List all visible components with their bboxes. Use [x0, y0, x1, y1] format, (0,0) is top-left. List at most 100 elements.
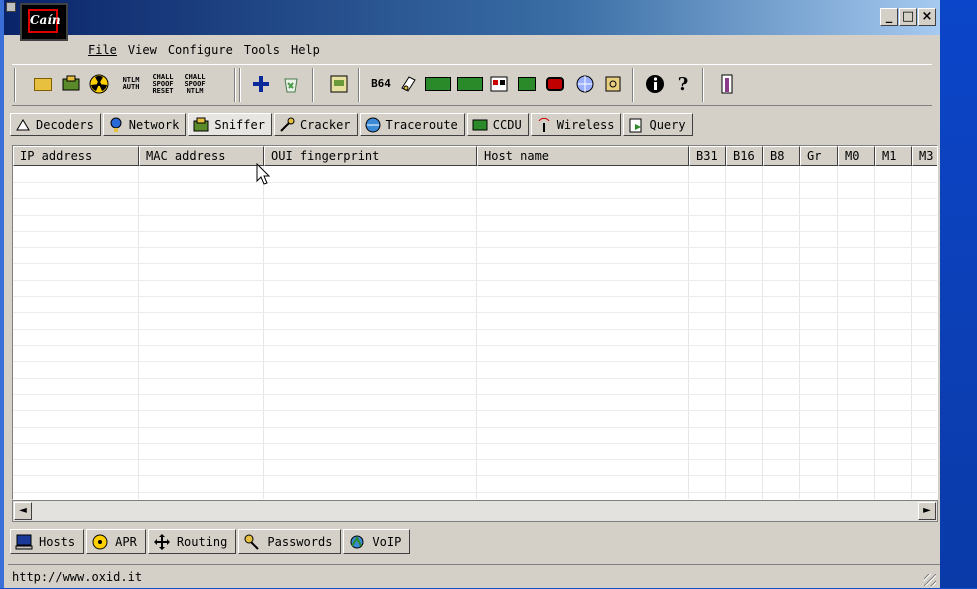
terminal-button[interactable]	[514, 71, 540, 97]
maximize-button[interactable]: □	[899, 8, 917, 26]
main-window: _ □ × Caín File View Configure Tools Hel…	[4, 0, 940, 588]
menu-view[interactable]: View	[124, 40, 161, 60]
network-icon	[110, 117, 122, 132]
tab-query[interactable]: Query	[623, 113, 693, 136]
menu-file-label: File	[88, 43, 117, 57]
list-grid	[13, 166, 937, 499]
horizontal-scrollbar[interactable]: ◄ ►	[12, 500, 938, 522]
column-m0[interactable]: M0	[838, 146, 875, 166]
tab-traceroute[interactable]: Traceroute	[359, 113, 465, 136]
hash-icon	[425, 77, 451, 91]
tab-routing[interactable]: Routing	[147, 529, 237, 554]
tab-cracker[interactable]: Cracker	[273, 113, 358, 136]
status-bar: http://www.oxid.it	[8, 564, 940, 588]
voip-icon	[350, 535, 364, 548]
ccdu-icon	[472, 119, 488, 130]
lock-icon	[605, 76, 621, 92]
remove-button[interactable]	[278, 71, 304, 97]
system-menu-icon[interactable]	[6, 2, 16, 12]
column-m1[interactable]: M1	[875, 146, 912, 166]
ntlm-auth-button[interactable]: NTLM AUTH	[116, 71, 146, 97]
sniffer-start-button[interactable]	[58, 71, 84, 97]
column-oui-fingerprint-label: OUI fingerprint	[271, 149, 380, 163]
ntlm-auth-label: NTLM AUTH	[122, 76, 140, 91]
scroll-left-icon: ◄	[19, 505, 27, 516]
tab-apr[interactable]: APR	[86, 529, 146, 554]
add-button[interactable]	[248, 71, 274, 97]
hash-calculator-button[interactable]	[424, 71, 452, 97]
list-header: IP address MAC address OUI fingerprint H…	[13, 146, 937, 166]
help-button[interactable]: ?	[670, 71, 696, 97]
grid-row-line	[13, 280, 937, 281]
window-controls: _ □ ×	[880, 8, 936, 26]
title-bar[interactable]: _ □ ×	[4, 0, 940, 35]
scroll-left-button[interactable]: ◄	[14, 502, 32, 520]
hosts-list[interactable]: IP address MAC address OUI fingerprint H…	[12, 145, 938, 500]
column-b31[interactable]: B31	[689, 146, 726, 166]
chall-spoof-ntlm-label: CHALL SPOOF NTLM	[184, 72, 206, 95]
grid-row-line	[13, 263, 937, 264]
toolbar-separator	[358, 68, 360, 102]
pc-info-button[interactable]	[486, 71, 512, 97]
grid-row-line	[13, 410, 937, 411]
password-tool-button[interactable]	[600, 71, 626, 97]
grid-row-line	[13, 312, 937, 313]
tab-hosts[interactable]: Hosts	[10, 529, 85, 554]
base64-button[interactable]: B64	[368, 71, 394, 97]
tab-passwords[interactable]: Passwords	[238, 529, 342, 554]
tab-network[interactable]: Network	[102, 113, 187, 136]
apr-start-button[interactable]	[86, 71, 112, 97]
minimize-button[interactable]: _	[880, 8, 898, 26]
apr-icon	[92, 534, 108, 549]
column-mac-address[interactable]: MAC address	[139, 146, 264, 166]
column-m3[interactable]: M3	[912, 146, 937, 166]
query-icon	[629, 118, 642, 132]
about-button[interactable]	[642, 71, 668, 97]
certificate-collector-button[interactable]	[326, 71, 352, 97]
column-b16[interactable]: B16	[726, 146, 763, 166]
menu-help[interactable]: Help	[287, 40, 324, 60]
network-scan-button[interactable]	[572, 71, 598, 97]
column-oui-fingerprint[interactable]: OUI fingerprint	[264, 146, 477, 166]
column-host-name[interactable]: Host name	[477, 146, 689, 166]
sniffer-icon	[62, 75, 80, 91]
tab-voip[interactable]: VoIP	[343, 529, 411, 554]
menu-tools[interactable]: Tools	[240, 40, 284, 60]
column-m3-label: M3	[919, 149, 934, 163]
menu-configure[interactable]: Configure	[164, 40, 237, 60]
menu-configure-label: Configure	[167, 43, 233, 57]
toolbar-separator	[632, 68, 634, 102]
lsa-secrets-button[interactable]	[396, 71, 422, 97]
tab-voip-label: VoIP	[372, 534, 402, 549]
status-url: http://www.oxid.it	[12, 570, 143, 584]
chall-spoof-reset-label: CHALL SPOOF RESET	[152, 72, 174, 95]
tab-decoders[interactable]: Decoders	[10, 113, 101, 136]
column-gr[interactable]: Gr	[800, 146, 838, 166]
column-b8[interactable]: B8	[763, 146, 800, 166]
help-icon: ?	[677, 73, 689, 95]
close-button[interactable]: ×	[918, 8, 936, 26]
resize-grip-icon[interactable]	[924, 574, 936, 586]
toolbar-separator	[702, 68, 704, 102]
vpn-button[interactable]	[456, 71, 484, 97]
open-folder-button[interactable]	[30, 71, 56, 97]
chall-spoof-reset-button[interactable]: CHALL SPOOF RESET	[148, 71, 178, 97]
tab-ccdu[interactable]: CCDU	[466, 113, 529, 136]
tab-sniffer[interactable]: Sniffer	[188, 113, 272, 136]
tab-query-label: Query	[649, 117, 686, 132]
grid-row-line	[13, 198, 937, 199]
globe-icon	[576, 75, 594, 93]
radiation-icon	[89, 74, 109, 94]
grid-row-line	[13, 378, 937, 379]
chall-spoof-ntlm-button[interactable]: CHALL SPOOF NTLM	[180, 71, 210, 97]
tab-wireless-label: Wireless	[556, 117, 615, 132]
menu-file[interactable]: File	[84, 40, 121, 60]
grid-column-line	[138, 166, 139, 499]
tab-wireless[interactable]: Wireless	[530, 113, 622, 136]
exit-button[interactable]	[714, 71, 740, 97]
scroll-right-button[interactable]: ►	[918, 502, 936, 520]
record-button[interactable]	[542, 71, 568, 97]
column-ip-address[interactable]: IP address	[13, 146, 139, 166]
grid-row-line	[13, 394, 937, 395]
menu-tools-label: Tools	[243, 43, 280, 57]
